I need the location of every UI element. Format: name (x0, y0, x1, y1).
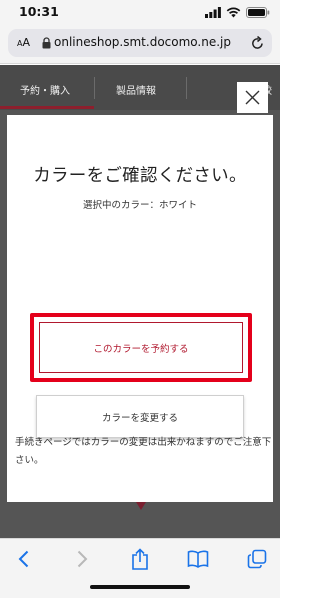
active-tab-indicator (0, 106, 94, 109)
tab-product-info[interactable]: 製品情報 (116, 82, 156, 97)
forward-button[interactable] (71, 548, 93, 570)
tab-divider (94, 77, 95, 99)
scroll-marker (136, 502, 146, 510)
tab-divider (186, 77, 187, 99)
share-button[interactable] (129, 548, 151, 570)
lock-icon (42, 37, 51, 49)
color-confirm-modal: カラーをご確認ください。 選択中のカラー：ホワイト このカラーを予約する カラー… (7, 115, 273, 502)
selected-color-text: 選択中のカラー：ホワイト (82, 200, 197, 211)
back-button[interactable] (13, 548, 35, 570)
url-text: onlineshop.smt.docomo.ne.jp (54, 35, 231, 49)
status-time: 10:31 (19, 4, 59, 19)
tabs-icon (247, 549, 267, 569)
change-color-button[interactable]: カラーを変更する (36, 395, 244, 438)
status-bar: 10:31 (0, 0, 280, 24)
notice-text: 手続きページではカラーの変更は出来かねますのでご注意下さい。 (15, 437, 272, 466)
tabs-button[interactable] (246, 548, 268, 570)
status-icons (205, 6, 270, 18)
browser-address-area: AA onlineshop.smt.docomo.ne.jp (0, 24, 280, 64)
modal-title: カラーをご確認ください。 (33, 166, 247, 186)
reserve-color-button[interactable]: このカラーを予約する (39, 322, 243, 373)
wifi-icon (226, 7, 241, 17)
forward-icon (77, 550, 88, 568)
home-indicator (90, 585, 190, 589)
tab-reserve-purchase[interactable]: 予約・購入 (20, 82, 70, 97)
signal-icon (205, 6, 221, 18)
share-icon (132, 548, 148, 570)
text-size-button[interactable]: AA (17, 36, 30, 49)
bookmarks-icon (187, 550, 209, 568)
address-bar[interactable]: AA onlineshop.smt.docomo.ne.jp (8, 29, 272, 57)
back-icon (18, 550, 29, 568)
battery-icon (246, 6, 270, 18)
browser-toolbar (0, 538, 280, 598)
bookmarks-button[interactable] (187, 548, 209, 570)
close-button[interactable] (237, 82, 268, 113)
close-icon (245, 90, 260, 105)
reload-icon[interactable] (251, 36, 264, 50)
